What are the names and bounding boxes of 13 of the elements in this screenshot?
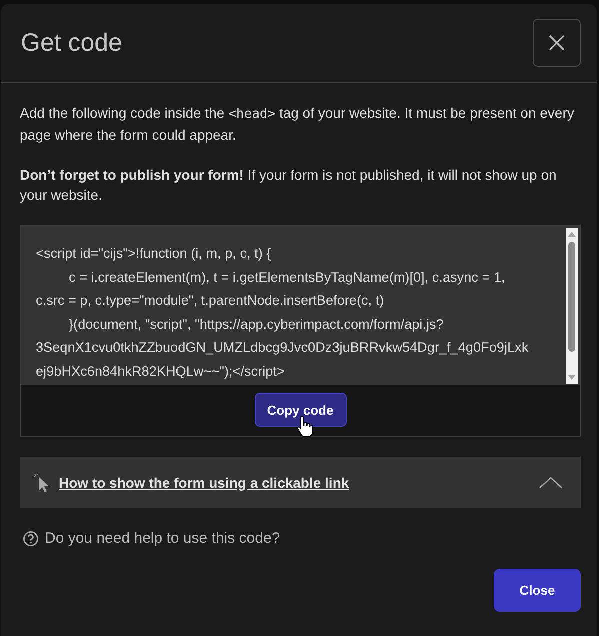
code-field[interactable]: <script id="cijs">!function (i, m, p, c, t) { c = i.createElement(m), t = i.getElementsByTagName(m)[0], c.async = 1, c.src = p, c.type="module", t.parentNode.insertBefore(c, t) }(document, "script", "https://app.cyberimpact.com/form/api.js? 3SeqnX1cvu0tkhZZbuodGN_UMZLdbcg9Jvc0Dz3juBRRvkw54Dgr_f_4g0Fo9jLxk ej9bHXc6n84hkR82KHQLw~~");</script> [21,226,580,385]
instruction-text: Add the following code inside the <head> tag of your website. It must be present on every page where the form could appear. [20,104,576,145]
copy-code-button[interactable]: Copy code [254,393,346,427]
chevron-up-icon[interactable] [539,476,563,488]
help-icon [23,530,39,546]
close-icon[interactable] [533,19,581,67]
help-link[interactable]: Do you need help to use this code? [45,530,280,547]
publish-notice: Don’t forget to publish your form! If your form is not published, it will not show up on your website. [20,166,558,205]
hand-cursor-icon [297,416,313,438]
close-button[interactable]: Close [494,569,581,612]
scrollbar[interactable] [566,228,578,384]
dialog-title: Get code [21,28,122,58]
pointer-cursor-icon [34,472,50,492]
